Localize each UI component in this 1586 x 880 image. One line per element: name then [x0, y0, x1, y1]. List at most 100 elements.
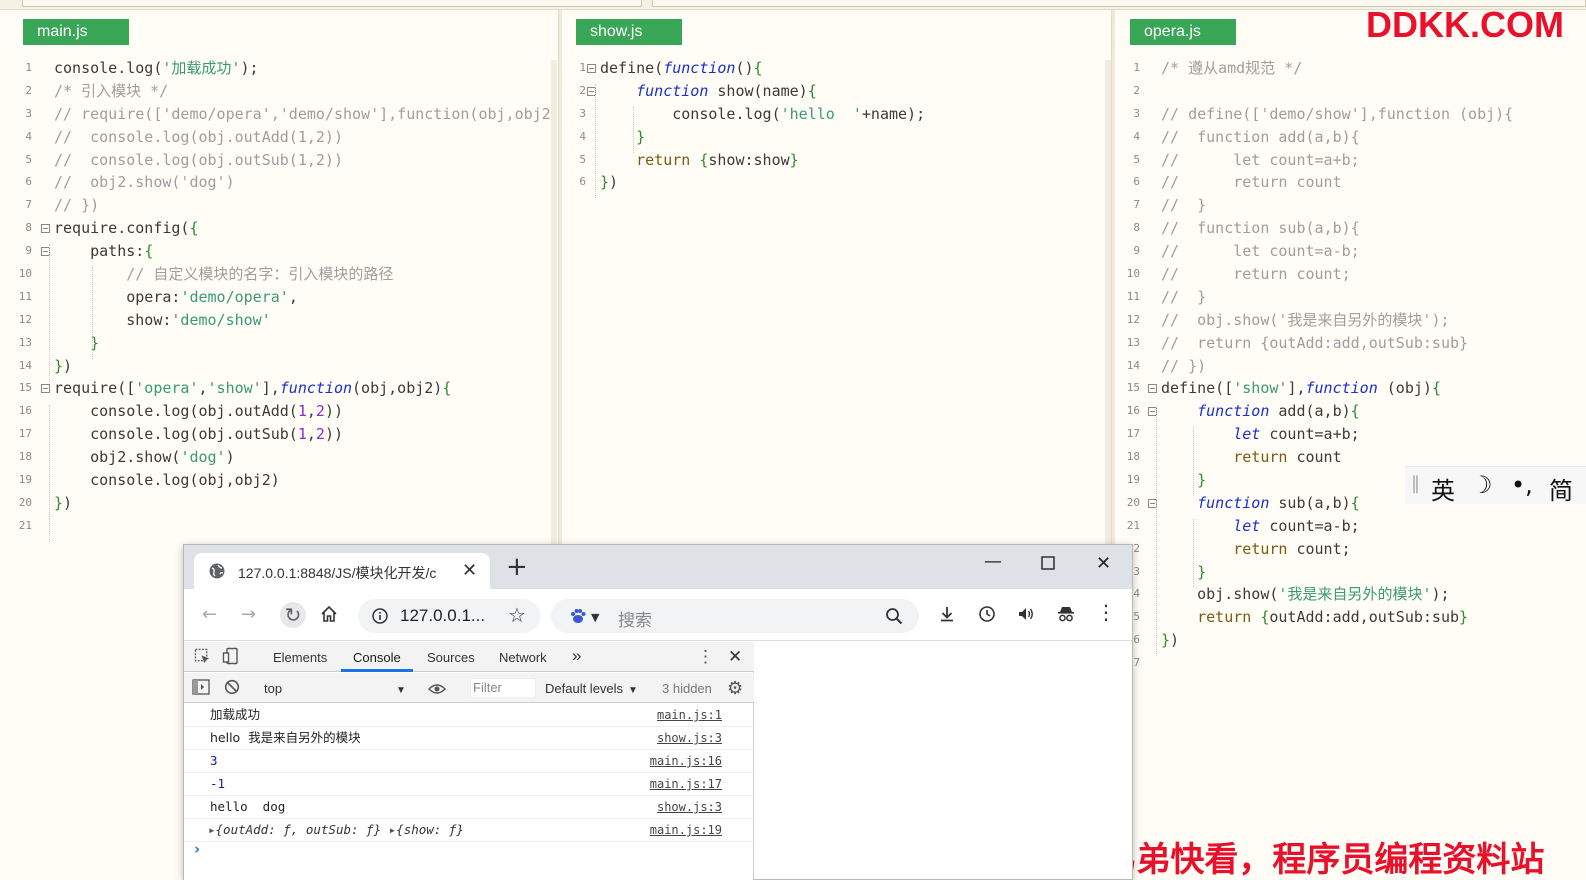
code-line[interactable]: 17 let count=a+b;	[1116, 423, 1586, 446]
code-line[interactable]: 4 // function add(a,b){	[1116, 126, 1586, 149]
code-line[interactable]: 13 // return {outAdd:add,outSub:sub}	[1116, 332, 1586, 355]
search-engine-dropdown-icon[interactable]: ▼	[591, 609, 599, 627]
line-number[interactable]: 6	[8, 171, 32, 194]
code-line[interactable]: 18 obj2.show('dog')	[8, 446, 556, 469]
bookmark-star-icon[interactable]: ☆	[508, 605, 526, 625]
line-number[interactable]: 4	[8, 126, 32, 149]
incognito-icon[interactable]	[1057, 605, 1075, 627]
code-text[interactable]: }	[1161, 561, 1206, 584]
ime-simplified-toggle[interactable]: 简	[1549, 471, 1573, 506]
code-text[interactable]: console.log(obj.outSub(1,2))	[54, 423, 343, 446]
console-source-link[interactable]: main.js:19	[650, 819, 722, 841]
code-line[interactable]: 22 return count;	[1116, 538, 1586, 561]
code-line[interactable]: 14})	[8, 355, 556, 378]
browser-tab-title[interactable]: 127.0.0.1:8848/JS/模块化开发/c	[238, 563, 458, 583]
code-line[interactable]: 21	[8, 515, 556, 538]
browser-toolbar[interactable]: ← → ↻ 127.0.0.1... ☆ ▼ 搜索 ⋮	[184, 589, 1132, 641]
console-message[interactable]: hello dog show.js:3	[184, 796, 754, 819]
more-tabs-chevron[interactable]: »	[572, 646, 581, 666]
code-text[interactable]: // define(['demo/show'],function (obj){	[1161, 103, 1513, 126]
code-text[interactable]: console.log('hello '+name);	[600, 103, 925, 126]
line-number[interactable]: 12	[1116, 309, 1140, 332]
fold-toggle-icon[interactable]	[1148, 384, 1157, 394]
search-input[interactable]: 搜索	[618, 606, 652, 631]
info-icon[interactable]	[371, 607, 389, 629]
ime-language-toggle[interactable]: 英	[1431, 471, 1455, 506]
live-expression-eye-icon[interactable]	[428, 681, 446, 699]
expand-arrow-icon[interactable]: ▸	[381, 822, 397, 837]
code-line[interactable]: 6})	[562, 171, 1110, 194]
code-text[interactable]: // function add(a,b){	[1161, 126, 1360, 149]
expand-arrow-icon[interactable]: ▸	[208, 822, 216, 837]
code-text[interactable]: console.log(obj,obj2)	[54, 469, 280, 492]
maximize-button[interactable]	[1041, 556, 1055, 574]
sidebar-toggle-icon[interactable]	[192, 679, 210, 698]
code-text[interactable]: })	[600, 171, 618, 194]
code-line[interactable]: 15 define(['show'],function (obj){	[1116, 377, 1586, 400]
tab-main-js[interactable]: main.js	[23, 19, 129, 45]
code-line[interactable]: 1 /* 遵从amd规范 */	[1116, 57, 1586, 80]
context-selector[interactable]: top	[264, 681, 282, 696]
code-text[interactable]: /* 遵从amd规范 */	[1161, 57, 1302, 80]
line-number[interactable]: 17	[8, 423, 32, 446]
tab-opera-js[interactable]: opera.js	[1130, 19, 1236, 45]
code-line[interactable]: 9 // let count=a-b;	[1116, 240, 1586, 263]
minimize-button[interactable]: —	[984, 553, 1002, 571]
code-text[interactable]: })	[54, 492, 72, 515]
code-line[interactable]: 5 return {show:show}	[562, 149, 1110, 172]
code-line[interactable]: 5 // let count=a+b;	[1116, 149, 1586, 172]
code-text[interactable]: // return count;	[1161, 263, 1351, 286]
line-number[interactable]: 3	[562, 103, 586, 126]
code-text[interactable]: obj.show('我是来自另外的模块');	[1161, 583, 1449, 606]
line-number[interactable]: 12	[8, 309, 32, 332]
code-line[interactable]: 24 obj.show('我是来自另外的模块');	[1116, 583, 1586, 606]
code-line[interactable]: 5 // console.log(obj.outSub(1,2))	[8, 149, 556, 172]
code-line[interactable]: 14 // })	[1116, 355, 1586, 378]
code-line[interactable]: 3 console.log('hello '+name);	[562, 103, 1110, 126]
code-line[interactable]: 19 console.log(obj,obj2)	[8, 469, 556, 492]
code-text[interactable]: opera:'demo/opera',	[54, 286, 298, 309]
code-text[interactable]: let count=a-b;	[1161, 515, 1359, 538]
line-number[interactable]: 21	[8, 515, 32, 538]
baidu-paw-icon[interactable]	[569, 607, 587, 629]
code-text[interactable]: return {show:show}	[600, 149, 799, 172]
code-line[interactable]: 15 require(['opera','show'],function(obj,…	[8, 377, 556, 400]
tab-show-js[interactable]: show.js	[576, 19, 682, 45]
code-line[interactable]: 13 }	[8, 332, 556, 355]
console-object-output[interactable]: ▸{outAdd: ƒ, outSub: ƒ} ▸{show: ƒ}	[208, 819, 464, 841]
code-text[interactable]: console.log('加载成功');	[54, 57, 259, 80]
line-number[interactable]: 14	[1116, 355, 1140, 378]
code-line[interactable]: 8 require.config({	[8, 217, 556, 240]
code-area-show[interactable]: 1 define(function(){2 function show(name)…	[562, 57, 1110, 199]
code-text[interactable]: function sub(a,b){	[1161, 492, 1360, 515]
code-text[interactable]: console.log(obj.outAdd(1,2))	[54, 400, 343, 423]
tab-console[interactable]: Console	[353, 650, 401, 665]
console-filter-input[interactable]: Filter	[470, 678, 536, 698]
volume-icon[interactable]	[1017, 605, 1035, 627]
line-number[interactable]: 18	[1116, 446, 1140, 469]
line-number[interactable]: 3	[8, 103, 32, 126]
line-number[interactable]: 6	[1116, 171, 1140, 194]
code-text[interactable]: // require(['demo/opera','demo/show'],fu…	[54, 103, 569, 126]
log-levels-chevron-icon[interactable]: ▼	[628, 682, 638, 700]
line-number[interactable]: 20	[1116, 492, 1140, 515]
code-text[interactable]: function add(a,b){	[1161, 400, 1360, 423]
code-text[interactable]: function show(name){	[600, 80, 817, 103]
code-text[interactable]: // }	[1161, 194, 1206, 217]
line-number[interactable]: 16	[8, 400, 32, 423]
editor-pane-opera[interactable]: opera.js 1 /* 遵从amd规范 */ 2 3 // define(['dem…	[1116, 10, 1586, 880]
code-area-main[interactable]: 1 console.log('加载成功'); 2 /* 引入模块 */ 3 // requ…	[8, 57, 569, 542]
code-text[interactable]: // return {outAdd:add,outSub:sub}	[1161, 332, 1468, 355]
code-line[interactable]: 4 }	[562, 126, 1110, 149]
line-number[interactable]: 7	[1116, 194, 1140, 217]
line-number[interactable]: 8	[1116, 217, 1140, 240]
code-text[interactable]: return {outAdd:add,outSub:sub}	[1161, 606, 1468, 629]
code-text[interactable]: // let count=a-b;	[1161, 240, 1360, 263]
tab-network[interactable]: Network	[499, 650, 547, 665]
browser-tab[interactable]: 127.0.0.1:8848/JS/模块化开发/c ✕	[194, 553, 490, 589]
code-text[interactable]: // obj.show('我是来自另外的模块');	[1161, 309, 1450, 332]
fold-toggle-icon[interactable]	[41, 384, 50, 394]
forward-icon[interactable]: →	[241, 606, 256, 624]
code-text[interactable]: show:'demo/show'	[54, 309, 271, 332]
devtools-tabbar[interactable]: Elements Console Sources Network » ⋮ ✕	[184, 642, 754, 672]
